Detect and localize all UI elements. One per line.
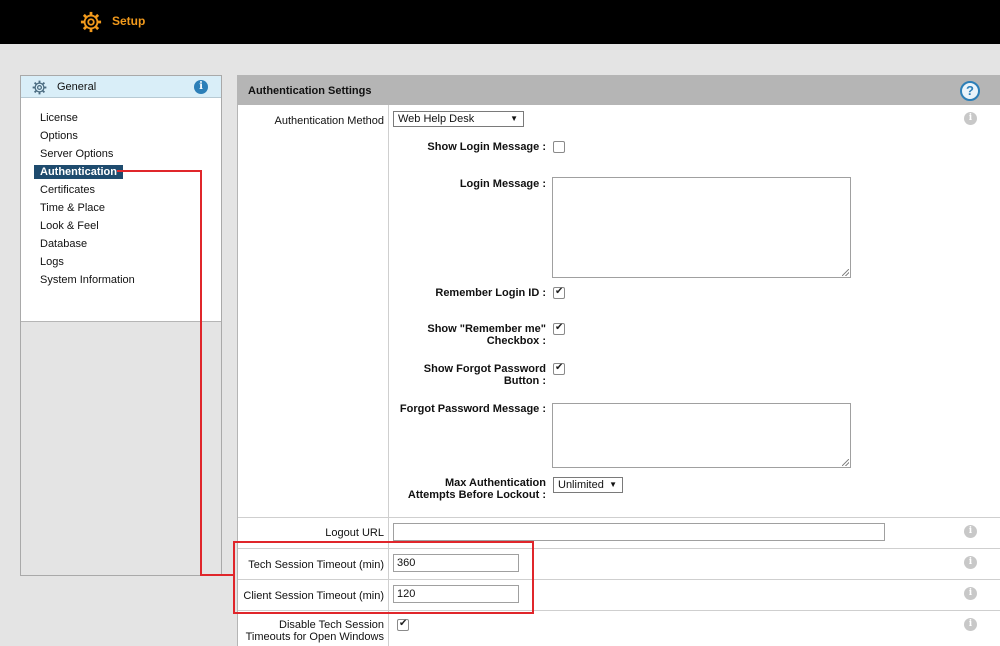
remember-login-checkbox[interactable] [553,286,565,299]
info-icon[interactable]: i [964,587,977,600]
info-icon[interactable]: i [964,618,977,631]
disable-tech-timeout-label: Disable Tech Session Timeouts for Open Wi… [245,619,384,643]
info-icon[interactable]: i [964,556,977,569]
show-forgot-password-label: Show Forgot Password Button : [423,363,546,387]
auth-method-row: Authentication Method Web Help Desk ▼ i S… [238,105,1000,517]
sidebar-header-label: General [57,81,97,93]
disable-tech-timeout-checkbox[interactable] [397,618,409,631]
sidebar-item-certificates[interactable]: Certificates [40,182,221,200]
annotation-highlight-box [233,541,534,614]
logout-url-input[interactable] [393,523,885,541]
sidebar-item-authentication[interactable]: Authentication [34,164,221,182]
login-message-label: Login Message : [459,178,546,190]
show-login-message-checkbox[interactable] [553,141,565,153]
sidebar: General i License Options Server Options… [20,75,222,576]
dropdown-arrow-icon: ▼ [609,480,617,489]
sidebar-item-logs[interactable]: Logs [40,254,221,272]
login-message-textarea[interactable] [552,177,851,278]
gear-icon [32,80,47,95]
forgot-password-message-label: Forgot Password Message : [399,403,546,415]
remember-login-label: Remember Login ID : [435,287,546,299]
gear-icon [80,11,102,33]
show-login-message-label: Show Login Message : [427,141,546,153]
help-icon[interactable]: ? [960,81,980,101]
show-remember-me-label: Show "Remember me" Checkbox : [427,323,546,347]
dropdown-arrow-icon: ▼ [510,114,518,123]
setup-title[interactable]: Setup [112,14,145,28]
sidebar-item-time-place[interactable]: Time & Place [40,200,221,218]
disable-tech-timeout-row: Disable Tech Session Timeouts for Open Wi… [238,610,1000,646]
sidebar-header[interactable]: General i [21,76,221,98]
info-icon[interactable]: i [964,112,977,125]
info-icon[interactable]: i [194,80,208,94]
logout-url-label: Logout URL [325,527,384,539]
sidebar-item-options[interactable]: Options [40,128,221,146]
auth-method-select[interactable]: Web Help Desk ▼ [393,111,524,127]
annotation-line [200,170,202,576]
show-remember-me-checkbox[interactable] [553,322,565,335]
show-forgot-password-checkbox[interactable] [553,362,565,375]
annotation-line [117,170,202,172]
top-bar: Setup [0,0,1000,44]
sidebar-item-server-options[interactable]: Server Options [40,146,221,164]
max-auth-attempts-select[interactable]: Unlimited ▼ [553,477,623,493]
sidebar-item-look-feel[interactable]: Look & Feel [40,218,221,236]
sidebar-item-database[interactable]: Database [40,236,221,254]
sidebar-item-system-information[interactable]: System Information [40,272,221,290]
auth-method-label: Authentication Method [274,115,384,127]
sidebar-nav: License Options Server Options Authentic… [21,98,221,322]
info-icon[interactable]: i [964,525,977,538]
sidebar-item-license[interactable]: License [40,110,221,128]
max-auth-attempts-label: Max Authentication Attempts Before Lockou… [407,477,546,501]
annotation-line [200,574,234,576]
panel-header: Authentication Settings ? [238,75,1000,105]
panel-title: Authentication Settings [248,85,372,97]
forgot-password-message-textarea[interactable] [552,403,851,468]
